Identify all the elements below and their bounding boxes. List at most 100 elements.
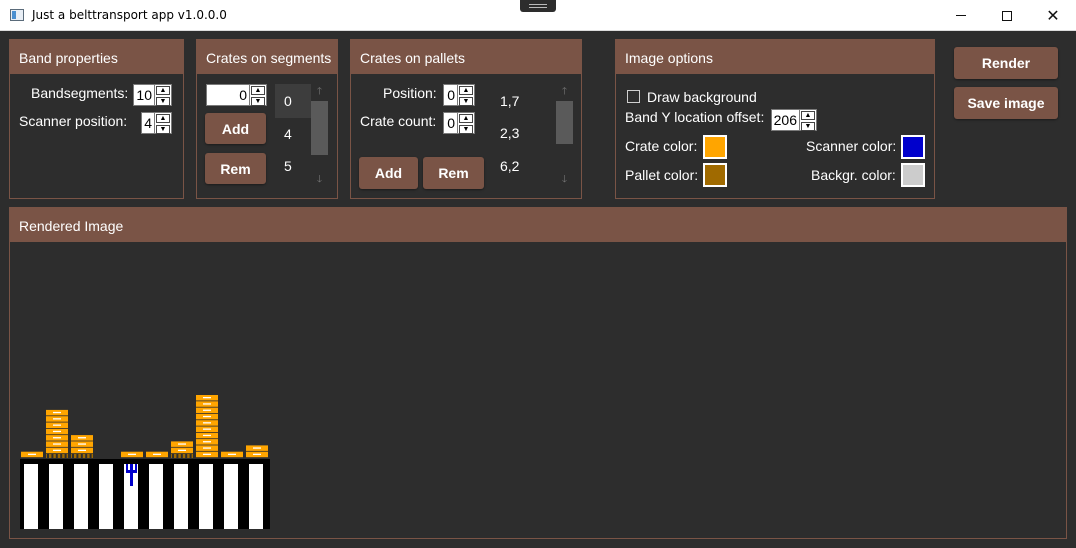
crates-on-pallets-panel: Crates on pallets Position: 0 ▲ ▼ Crate c… [350, 39, 582, 199]
rendered-image-heading: Rendered Image [10, 208, 1066, 242]
list-item[interactable]: 1,7 [491, 93, 519, 109]
spin-up-icon[interactable]: ▲ [156, 114, 170, 123]
pallet-color-swatch[interactable] [703, 163, 727, 187]
scanner-position-stepper[interactable]: 4 ▲ ▼ [141, 112, 172, 134]
segment-list[interactable]: 0 4 5 🡑 🡓 [275, 84, 330, 194]
segment-add-button[interactable]: Add [205, 113, 266, 144]
list-item[interactable]: 5 [275, 150, 311, 182]
save-image-button[interactable]: Save image [954, 87, 1058, 119]
pallet-position-input[interactable]: 0 [443, 84, 458, 106]
pallet-slat [76, 454, 79, 458]
belt-segment [199, 464, 213, 529]
scroll-up-icon[interactable]: 🡑 [311, 84, 328, 101]
scroll-down-icon[interactable]: 🡓 [556, 172, 573, 189]
window-title: Just a belttransport app v1.0.0.0 [32, 8, 227, 22]
scroll-up-icon[interactable]: 🡑 [556, 84, 573, 101]
segment-stepper[interactable]: 0 ▲ ▼ [206, 84, 267, 106]
spin-up-icon[interactable]: ▲ [801, 111, 815, 120]
spin-up-icon[interactable]: ▲ [156, 86, 170, 95]
title-bar: Just a belttransport app v1.0.0.0 ✕ [0, 0, 1076, 31]
crate-handle [178, 449, 186, 451]
segment-input[interactable]: 0 [206, 84, 250, 106]
bandsegments-stepper[interactable]: 10 ▲ ▼ [133, 84, 172, 106]
crate-handle [53, 449, 61, 451]
pallet-slat [189, 454, 192, 458]
spin-down-icon[interactable]: ▼ [251, 97, 265, 106]
spin-down-icon[interactable]: ▼ [459, 125, 473, 134]
render-button[interactable]: Render [954, 47, 1058, 79]
scanner-crossbar [126, 470, 137, 473]
crate-handle [53, 411, 61, 414]
crate-handle [53, 430, 61, 433]
belt-render-image [20, 395, 270, 529]
scanner-color-swatch[interactable] [901, 135, 925, 159]
background-color-swatch[interactable] [901, 163, 925, 187]
pallet-slat [89, 454, 92, 458]
crate-handle [203, 403, 211, 405]
crate-count-label: Crate count: [360, 113, 437, 129]
draw-background-label[interactable]: Draw background [647, 89, 757, 105]
bandsegments-input[interactable]: 10 [133, 84, 155, 106]
maximize-button[interactable] [984, 0, 1030, 31]
belt-segment [99, 464, 113, 529]
list-item[interactable]: 6,2 [491, 158, 519, 174]
pallet-list-scrollbar[interactable]: 🡑 🡓 [556, 84, 573, 190]
spin-up-icon[interactable]: ▲ [459, 114, 473, 123]
maximize-icon [1002, 10, 1012, 21]
scroll-down-icon[interactable]: 🡓 [311, 172, 328, 189]
spin-up-icon[interactable]: ▲ [459, 86, 473, 95]
scanner-position-label: Scanner position: [19, 113, 128, 129]
spin-down-icon[interactable]: ▼ [801, 122, 815, 131]
crates-on-pallets-heading: Crates on pallets [351, 40, 581, 74]
app-icon [10, 9, 24, 21]
crate-handle [203, 409, 211, 411]
list-item[interactable]: 4 [275, 118, 311, 150]
scanner-stem [130, 464, 133, 486]
spin-down-icon[interactable]: ▼ [156, 97, 170, 106]
segment-list-scrollbar[interactable]: 🡑 🡓 [311, 84, 328, 190]
scroll-thumb[interactable] [311, 101, 328, 155]
band-offset-label: Band Y location offset: [625, 109, 765, 125]
pallet-slat [51, 454, 54, 458]
scroll-thumb[interactable] [556, 101, 573, 144]
scanner-position-input[interactable]: 4 [141, 112, 155, 134]
crate-handle [178, 443, 186, 445]
spin-down-icon[interactable]: ▼ [156, 125, 170, 134]
crate-handle [203, 428, 211, 430]
minimize-button[interactable] [938, 0, 984, 31]
pallet-list[interactable]: 1,7 2,3 6,2 🡑 🡓 [491, 84, 576, 194]
pallet-slat [80, 454, 83, 458]
pallet-slat [85, 454, 88, 458]
crate-count-input[interactable]: 0 [443, 112, 458, 134]
rendered-image-panel: Rendered Image [9, 207, 1067, 539]
close-button[interactable]: ✕ [1030, 0, 1076, 31]
pallet-slat [180, 454, 183, 458]
spin-up-icon[interactable]: ▲ [251, 86, 265, 95]
draw-background-checkbox[interactable] [627, 90, 640, 103]
image-options-heading: Image options [616, 40, 934, 74]
crate-handle [28, 453, 36, 455]
crate-handle [203, 422, 211, 424]
pallet-slat [72, 454, 74, 458]
band-offset-input[interactable]: 206 [771, 109, 800, 131]
pallet-add-button[interactable]: Add [359, 157, 418, 189]
spin-down-icon[interactable]: ▼ [459, 97, 473, 106]
pallet-position-stepper[interactable]: 0 ▲ ▼ [443, 84, 475, 106]
pallet-color-label: Pallet color: [625, 167, 699, 183]
crate-handle [203, 441, 211, 443]
pallet-slat [60, 454, 63, 458]
crate-color-swatch[interactable] [703, 135, 727, 159]
band-offset-stepper[interactable]: 206 ▲ ▼ [771, 109, 817, 131]
list-item[interactable]: 2,3 [491, 125, 519, 141]
crate-handle [203, 397, 211, 399]
render-canvas [10, 243, 1066, 538]
crate-handle [203, 453, 211, 455]
snap-grip-icon[interactable] [520, 0, 556, 12]
segment-rem-button[interactable]: Rem [205, 153, 266, 184]
belt-segment [149, 464, 163, 529]
pallet-rem-button[interactable]: Rem [423, 157, 484, 189]
minimize-icon [956, 15, 966, 16]
list-item[interactable]: 0 [275, 84, 311, 118]
pallet-slat [185, 454, 188, 458]
crate-count-stepper[interactable]: 0 ▲ ▼ [443, 112, 475, 134]
